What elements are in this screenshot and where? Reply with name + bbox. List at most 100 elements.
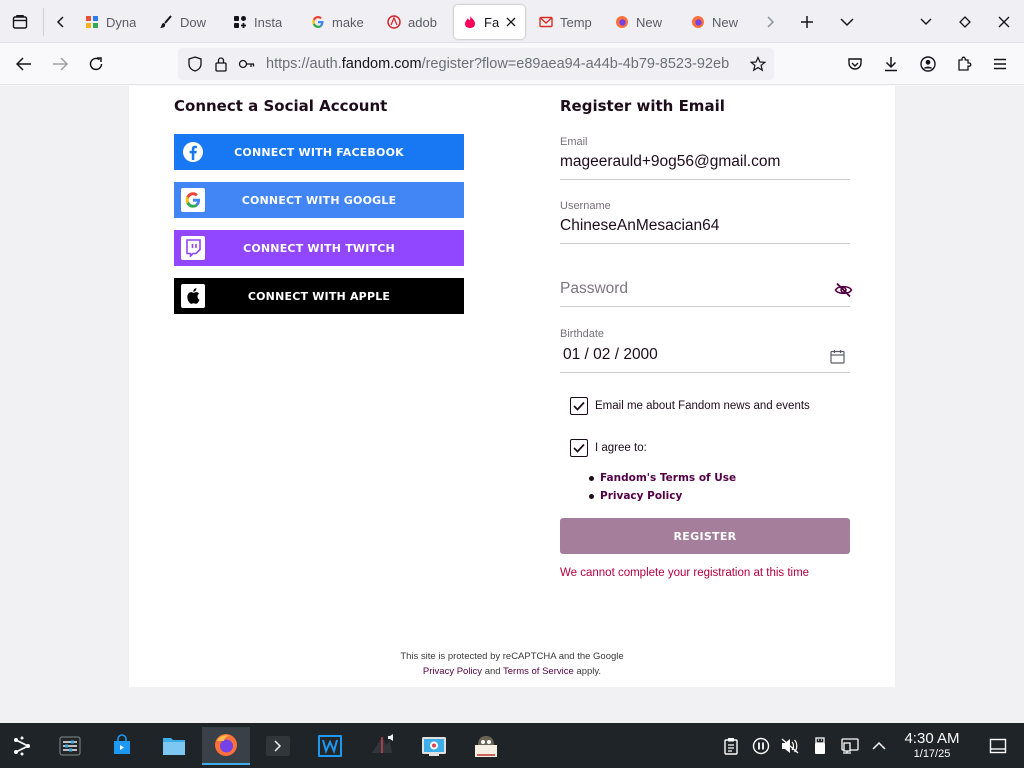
register-section-title: Register with Email	[560, 97, 725, 115]
google-terms-of-service-link[interactable]: Terms of Service	[503, 666, 574, 677]
usb-device-icon[interactable]	[810, 736, 830, 756]
audio-volume-app-icon[interactable]	[358, 727, 406, 765]
screenshot-app-icon[interactable]	[410, 727, 458, 765]
tab-title: Insta	[254, 14, 283, 30]
tab-google[interactable]: make	[302, 5, 366, 39]
adobe-icon	[386, 14, 402, 30]
checkmark-icon	[573, 443, 585, 453]
minimize-chevron-icon[interactable]	[912, 8, 940, 36]
apple-icon	[181, 284, 205, 308]
bookmark-star-icon[interactable]	[749, 55, 767, 73]
tab-new-2[interactable]: New	[682, 5, 744, 39]
network-wired-icon[interactable]	[840, 736, 860, 756]
connect-facebook-button[interactable]: CONNECT WITH FACEBOOK	[174, 134, 464, 170]
terminal-icon[interactable]	[254, 727, 302, 765]
privacy-policy-link[interactable]: Privacy Policy	[600, 490, 682, 502]
calendar-icon[interactable]	[828, 347, 846, 365]
taskbar: 4:30 AM 1/17/25	[0, 723, 1024, 768]
clock[interactable]: 4:30 AM 1/17/25	[896, 731, 968, 761]
email-news-checkbox[interactable]	[570, 397, 588, 415]
list-all-tabs-icon[interactable]	[833, 8, 861, 36]
tab-divider	[43, 8, 44, 36]
twitch-icon	[181, 236, 205, 260]
firefox-taskbar-icon[interactable]	[202, 727, 250, 765]
tab-fandom[interactable]: Fa	[454, 5, 525, 39]
media-pause-icon[interactable]	[751, 736, 771, 756]
clipboard-icon[interactable]	[721, 736, 741, 756]
firefox-view-icon[interactable]	[6, 8, 34, 36]
terms-of-use-link[interactable]: Fandom's Terms of Use	[600, 472, 736, 484]
scroll-tabs-right-icon[interactable]	[756, 8, 784, 36]
tracking-protection-shield-icon[interactable]	[186, 55, 204, 73]
recaptcha-and: and	[484, 666, 501, 677]
back-icon[interactable]	[10, 50, 38, 78]
google-icon	[181, 188, 205, 212]
new-tab-icon[interactable]	[793, 8, 821, 36]
url-bar[interactable]: https://auth.fandom.com/register?flow=e8…	[178, 48, 774, 80]
tab-title: Temp	[560, 14, 592, 30]
clock-date: 1/17/25	[913, 748, 951, 760]
close-window-icon[interactable]	[990, 8, 1018, 36]
google-privacy-policy-link[interactable]: Privacy Policy	[423, 666, 482, 677]
url-text[interactable]: https://auth.fandom.com/register?flow=e8…	[266, 55, 744, 73]
firefox-icon	[690, 14, 706, 30]
toggle-password-visibility-icon[interactable]	[833, 280, 853, 300]
file-manager-icon[interactable]	[150, 727, 198, 765]
gmail-icon	[538, 14, 554, 30]
tab-title: Dow	[180, 14, 207, 30]
forward-icon[interactable]	[46, 50, 74, 78]
permissions-key-icon[interactable]	[238, 55, 256, 73]
username-field[interactable]: ChineseAnMesacian64	[560, 214, 850, 244]
tab-adobe[interactable]: adob	[378, 5, 442, 39]
connect-apple-button[interactable]: CONNECT WITH APPLE	[174, 278, 464, 314]
tab-tempmail[interactable]: Temp	[530, 5, 594, 39]
close-tab-icon[interactable]	[503, 14, 519, 30]
application-launcher-icon[interactable]	[0, 727, 44, 765]
birthdate-field[interactable]: 01 / 02 / 2000	[560, 343, 850, 373]
tab-title: New	[636, 14, 663, 30]
google-icon	[310, 14, 326, 30]
tab-instagram[interactable]: Insta	[224, 5, 290, 39]
hamburger-menu-icon[interactable]	[986, 50, 1014, 78]
tab-dynalist[interactable]: Dyna	[76, 5, 138, 39]
checkmark-icon	[573, 401, 585, 411]
system-settings-icon[interactable]	[46, 727, 94, 765]
show-desktop-icon[interactable]	[988, 736, 1008, 756]
password-field[interactable]: Password	[560, 277, 850, 307]
discover-store-icon[interactable]	[98, 727, 146, 765]
firefox-icon	[614, 14, 630, 30]
brush-icon	[158, 14, 174, 30]
scroll-tabs-left-icon[interactable]	[47, 8, 75, 36]
volume-muted-icon[interactable]	[780, 736, 800, 756]
tab-title: Fa	[484, 14, 500, 30]
tab-title: adob	[408, 14, 437, 30]
bullet	[589, 494, 594, 499]
connect-google-label: CONNECT WITH GOOGLE	[241, 193, 397, 207]
recaptcha-notice: This site is protected by reCAPTCHA and …	[129, 649, 895, 679]
navigation-bar: https://auth.fandom.com/register?flow=e8…	[0, 43, 1024, 85]
url-path: /register?flow=e89aea94-a44b-4b79-8523-9…	[421, 56, 730, 72]
tab-new-1[interactable]: New	[606, 5, 668, 39]
email-label: Email	[560, 136, 588, 148]
account-icon[interactable]	[914, 50, 942, 78]
lock-icon[interactable]	[212, 55, 230, 73]
downloads-icon[interactable]	[877, 50, 905, 78]
connect-facebook-label: CONNECT WITH FACEBOOK	[234, 145, 404, 159]
register-button[interactable]: REGISTER	[560, 518, 850, 554]
pocket-icon[interactable]	[841, 50, 869, 78]
text-editor-icon[interactable]	[306, 727, 354, 765]
maximize-icon[interactable]	[951, 8, 979, 36]
extensions-icon[interactable]	[950, 50, 978, 78]
agree-terms-checkbox[interactable]	[570, 439, 588, 457]
gimp-icon[interactable]	[462, 727, 510, 765]
tab-bar: Dyna Dow Insta make adob Fa Temp New New	[0, 0, 1024, 43]
tab-download[interactable]: Dow	[150, 5, 214, 39]
email-field[interactable]: mageerauld+9og56@gmail.com	[560, 150, 850, 180]
reload-icon[interactable]	[82, 50, 110, 78]
connect-apple-label: CONNECT WITH APPLE	[247, 289, 391, 303]
url-host: fandom.com	[341, 56, 422, 72]
connect-google-button[interactable]: CONNECT WITH GOOGLE	[174, 182, 464, 218]
connect-twitch-button[interactable]: CONNECT WITH TWITCH	[174, 230, 464, 266]
registration-error-message: We cannot complete your registration at …	[560, 567, 810, 579]
show-hidden-icons-icon[interactable]	[869, 736, 889, 756]
